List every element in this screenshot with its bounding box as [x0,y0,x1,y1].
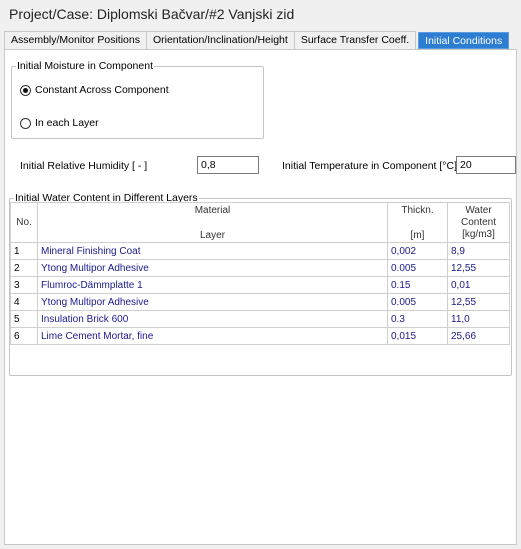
thickness-cell[interactable]: 0.15 [387,276,448,294]
water-content-cell[interactable]: 12,55 [447,293,510,311]
initial-moisture-legend: Initial Moisture in Component [16,60,154,72]
thickness-cell[interactable]: 0.005 [387,293,448,311]
radio-button-icon[interactable] [20,117,31,129]
tab-assembly-monitor-positions[interactable]: Assembly/Monitor Positions [4,31,147,49]
tab-surface-transfer-coeff[interactable]: Surface Transfer Coeff. [293,31,417,49]
radio-constant-across-component[interactable]: Constant Across Component [20,84,169,96]
table-row: 1 Mineral Finishing Coat 0,002 8,9 [10,242,510,260]
radio-label: Constant Across Component [35,84,169,96]
table-row: 4 Ytong Multipor Adhesive 0.005 12,55 [10,293,510,311]
tab-initial-conditions[interactable]: Initial Conditions [418,32,510,49]
tab-orientation-inclination-height[interactable]: Orientation/Inclination/Height [145,31,295,49]
row-number: 5 [10,310,38,328]
radio-label: In each Layer [35,117,99,129]
col-header-material: Material Layer [37,202,388,243]
thickness-cell[interactable]: 0,015 [387,327,448,345]
page-title: Project/Case: Diplomski Bačvar/#2 Vanjsk… [9,6,295,22]
tab-bar: Assembly/Monitor Positions Orientation/I… [4,31,510,49]
initial-temperature-input[interactable] [456,156,516,174]
table-row: 3 Flumroc-Dämmplatte 1 0.15 0,01 [10,276,510,294]
radio-in-each-layer[interactable]: In each Layer [20,117,99,129]
row-number: 2 [10,259,38,277]
material-cell[interactable]: Insulation Brick 600 [37,310,388,328]
water-content-cell[interactable]: 25,66 [447,327,510,345]
col-header-no: No. [10,202,38,243]
row-number: 4 [10,293,38,311]
table-row: 2 Ytong Multipor Adhesive 0.005 12,55 [10,259,510,277]
initial-temperature-label: Initial Temperature in Component [°C] [282,160,458,172]
thickness-cell[interactable]: 0.3 [387,310,448,328]
thickness-cell[interactable]: 0,002 [387,242,448,260]
water-content-cell[interactable]: 12,55 [447,259,510,277]
initial-conditions-panel: Initial Moisture in Component Constant A… [4,49,517,545]
material-cell[interactable]: Lime Cement Mortar, fine [37,327,388,345]
material-cell[interactable]: Ytong Multipor Adhesive [37,259,388,277]
relative-humidity-label: Initial Relative Humidity [ - ] [20,160,148,172]
initial-moisture-group: Initial Moisture in Component Constant A… [11,60,264,139]
water-content-cell[interactable]: 8,9 [447,242,510,260]
material-cell[interactable]: Mineral Finishing Coat [37,242,388,260]
thickness-cell[interactable]: 0.005 [387,259,448,277]
water-content-cell[interactable]: 0,01 [447,276,510,294]
material-cell[interactable]: Ytong Multipor Adhesive [37,293,388,311]
col-header-thickness: Thickn. [m] [387,202,448,243]
col-header-water-content: Water Content [kg/m3] [447,202,510,243]
row-number: 3 [10,276,38,294]
material-cell[interactable]: Flumroc-Dämmplatte 1 [37,276,388,294]
table-row: 5 Insulation Brick 600 0.3 11,0 [10,310,510,328]
relative-humidity-input[interactable] [197,156,259,174]
water-content-cell[interactable]: 11,0 [447,310,510,328]
row-number: 6 [10,327,38,345]
radio-button-icon[interactable] [20,84,31,96]
row-number: 1 [10,242,38,260]
table-row: 6 Lime Cement Mortar, fine 0,015 25,66 [10,327,510,345]
layers-table: No. Material Layer Thickn. [m] Water Con… [10,202,510,345]
